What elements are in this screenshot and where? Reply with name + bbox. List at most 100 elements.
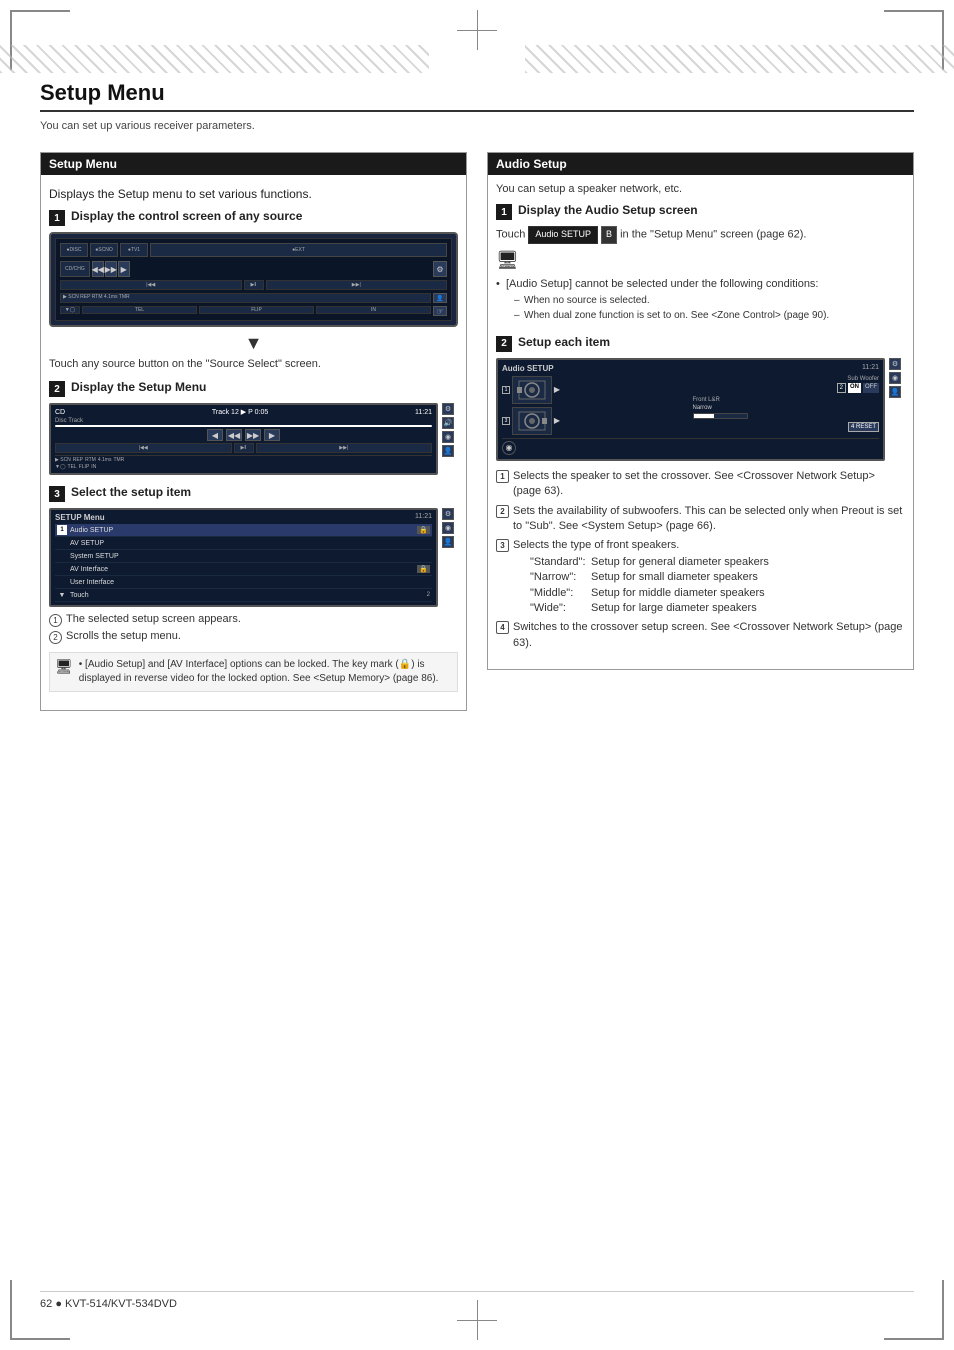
src-radio: ●SCNO [90, 243, 118, 257]
setup-item-audio[interactable]: 1 Audio SETUP 🔒 [55, 524, 432, 537]
page-num-value: 62 [40, 1298, 52, 1310]
step3-label: 3 Select the setup item [49, 485, 458, 502]
setup-item-touch[interactable]: ▼ Touch 2 [55, 589, 432, 602]
audio-step1-label: 1 Display the Audio Setup screen [496, 203, 905, 220]
src-bar2: ▶‖ [244, 280, 264, 290]
ctrl-fwd: ▶ [118, 261, 130, 277]
ann4-row: 4 RESET [693, 422, 880, 432]
src-tel: TEL [82, 306, 197, 314]
audio-sub-2: When dual zone function is set to on. Se… [514, 309, 905, 323]
ann-1-badge: 1 [502, 386, 510, 394]
setup-items-list: 1 Audio SETUP 🔒 AV SETUP [55, 524, 432, 602]
ann-3-wide-desc: Setup for large diameter speakers [591, 601, 905, 616]
setup-note-1-text: The selected setup screen appears. [66, 613, 241, 625]
audio-side-icon-3: 👤 [889, 386, 901, 398]
audio-speaker-row1: 1 [502, 376, 689, 404]
audio-sub-list: When no source is selected. When dual zo… [506, 294, 905, 323]
corner-decoration-bl [10, 1280, 70, 1340]
audio-step2-item: 2 Setup each item Audio SETUP 11:21 [496, 335, 905, 651]
cd-flip: FLIP [79, 464, 90, 470]
corner-decoration-br [884, 1280, 944, 1340]
cd-ff[interactable]: ▶▶ [245, 429, 261, 441]
front-lr-label: Front L&R [693, 397, 880, 403]
setup-item-avint-wrap: AV Interface [57, 564, 108, 574]
audio-speaker-row2: 3 [502, 407, 689, 435]
ann-3-standard: "Standard": Setup for general diameter s… [530, 555, 905, 570]
audio-step2-text: Setup each item [518, 335, 610, 349]
audio-arrow-r2: ▶ [552, 416, 562, 425]
ann-1-num: 1 [505, 387, 508, 393]
audio-screen-content: 1 [502, 376, 879, 435]
ctrl-ff: ▶▶ [105, 261, 117, 277]
narrow-slider[interactable] [693, 413, 748, 419]
setup-item-user[interactable]: User Interface [55, 576, 432, 589]
ann-3-wide: "Wide": Setup for large diameter speaker… [530, 601, 905, 616]
page-footer: 62 ● KVT-514/KVT-534DVD [40, 1291, 914, 1310]
cd-next[interactable]: ▶ [264, 429, 280, 441]
arrow-down-1: ▼ [49, 333, 458, 354]
setup-item-audio-lock: 🔒 [417, 526, 430, 534]
audio-setup-b-badge: B [601, 226, 617, 244]
cd-rew[interactable]: ◀◀ [226, 429, 242, 441]
ann-3-narrow-label: "Narrow": [530, 570, 585, 585]
cd-time-display: 11:21 [415, 409, 432, 416]
cd-prev[interactable]: ◀ [207, 429, 223, 441]
two-col-layout: Setup Menu Displays the Setup menu to se… [40, 152, 914, 711]
setup-note-2: 2 Scrolls the setup menu. [49, 630, 458, 644]
setup-item-system-spacer [57, 551, 67, 561]
cd-controls-row2: |◀◀ ▶‖ ▶▶| [55, 443, 432, 453]
src-icon2: 👤 [433, 293, 447, 303]
step3-text: Select the setup item [71, 485, 191, 499]
src-controls: ◀◀ ▶▶ ▶ [92, 261, 431, 277]
audio-sub-1: When no source is selected. [514, 294, 905, 308]
ann-3-wide-label: "Wide": [530, 601, 585, 616]
setup-item-avinterface[interactable]: AV Interface 🔒 [55, 563, 432, 576]
cd-bot2: REP [73, 457, 83, 463]
cd-source: CD [55, 409, 65, 416]
setup-menu-header: Setup Menu [41, 153, 466, 175]
cd-progress-bar [55, 425, 432, 427]
ann-3-indent: "Standard": Setup for general diameter s… [513, 555, 905, 617]
ann-3-middle: "Middle": Setup for middle diameter spea… [530, 586, 905, 601]
narrow-label: Narrow [693, 405, 712, 411]
narrow-slider-fill [694, 414, 714, 418]
left-column: Setup Menu Displays the Setup menu to se… [40, 152, 467, 711]
subwoofer-label: Sub Woofer [693, 376, 880, 382]
source-buttons-area: ●DISC ●SCNO ●TV1 ●EXT CD/CHG [55, 238, 452, 321]
audio-arrow-r1: ▶ [552, 385, 562, 394]
setup-screen-title: SETUP Menu [55, 513, 105, 522]
left-note-box: 🖥 • [Audio Setup] and [AV Interface] opt… [49, 652, 458, 692]
src-cd: ●DISC [60, 243, 88, 257]
ann-3-middle-desc: Setup for middle diameter speakers [591, 586, 905, 601]
page-bullet: ● [55, 1298, 62, 1310]
source-select-screen-wrapper: ●DISC ●SCNO ●TV1 ●EXT CD/CHG [49, 232, 458, 327]
setup-item-audio-text: Audio SETUP [70, 527, 113, 534]
audio-setup-button[interactable]: Audio SETUP [528, 226, 598, 244]
speaker-left-img [512, 376, 552, 404]
setup-side-icons: ⚙ ◉ 👤 [442, 508, 454, 548]
setup-menu-screen: SETUP Menu 11:21 1 Audio SETUP [49, 508, 438, 607]
side-icon-1: ⚙ [442, 403, 454, 415]
sub-on-btn[interactable]: ON [848, 383, 861, 393]
src-icon1: ⚙ [433, 261, 447, 277]
strip-left [0, 45, 429, 73]
setup-item-user-spacer [57, 577, 67, 587]
page-title-section: Setup Menu [40, 80, 914, 112]
cd-track-info: Track 12 ▶ P 0:05 [212, 408, 268, 416]
src-vol: CD/CHG [60, 261, 90, 277]
speaker-right-img [512, 407, 552, 435]
audio-bullet-1: [Audio Setup] cannot be selected under t… [496, 277, 905, 323]
source-row1: ●DISC ●SCNO ●TV1 ●EXT [60, 243, 447, 257]
setup-note-2-text: Scrolls the setup menu. [66, 630, 181, 642]
setup-item-avint-text: AV Interface [70, 566, 108, 573]
setup-item-system[interactable]: System SETUP [55, 550, 432, 563]
ann-num-2: 2 [496, 505, 509, 518]
ann-4-badge: 4 RESET [848, 422, 879, 432]
ann-text-4: Switches to the crossover setup screen. … [513, 620, 905, 651]
step3-item: 3 Select the setup item SETUP Menu 11:21 [49, 485, 458, 692]
ann-3-narrow-desc: Setup for small diameter speakers [591, 570, 905, 585]
sub-off-btn[interactable]: OFF [863, 383, 879, 393]
audio-screen-title: Audio SETUP [502, 364, 554, 373]
setup-item-av[interactable]: AV SETUP [55, 537, 432, 550]
cd-bottom-row2: ▼◯ TEL FLIP IN [55, 464, 432, 470]
